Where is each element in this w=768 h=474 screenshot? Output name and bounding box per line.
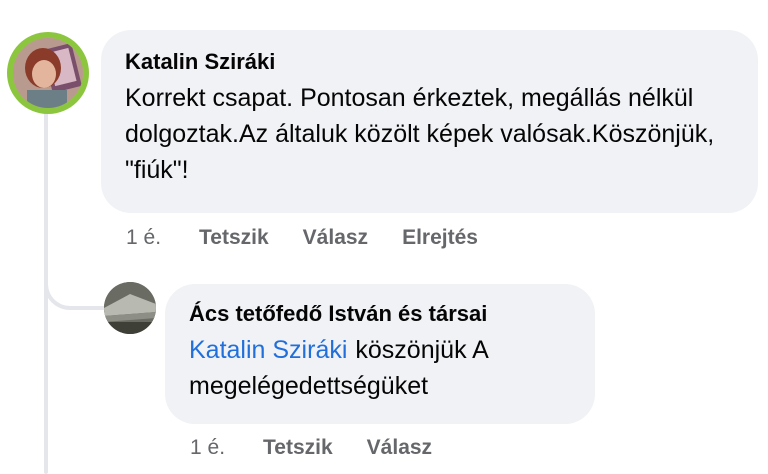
reply-reply-button[interactable]: Válasz [367,436,432,460]
roof-photo-icon [104,282,156,334]
reply-avatar[interactable] [104,282,156,334]
reply-mention[interactable]: Katalin Sziráki [189,336,347,364]
reply-author[interactable]: Ács tetőfedő István és társai [189,300,571,328]
comment-time[interactable]: 1 é. [126,226,161,250]
reply-connector [44,230,106,310]
reply-like-button[interactable]: Tetszik [263,436,333,460]
comment-bubble: Katalin Sziráki Korrekt csapat. Pontosan… [101,30,758,213]
reply-actions: 1 é. Tetszik Válasz [190,436,466,460]
like-button[interactable]: Tetszik [199,226,269,250]
avatar[interactable] [7,32,89,114]
reply-bubble: Ács tetőfedő István és társai Katalin Sz… [165,284,595,424]
hide-button[interactable]: Elrejtés [402,226,478,250]
comment-text: Korrekt csapat. Pontosan érkeztek, megál… [125,84,715,184]
comment-actions: 1 é. Tetszik Válasz Elrejtés [126,226,512,250]
reply-button[interactable]: Válasz [303,226,368,250]
avatar-photo [13,38,83,108]
comment-author[interactable]: Katalin Sziráki [125,48,734,76]
reply-time[interactable]: 1 é. [190,436,225,460]
reply-text-block: Katalin Sziráki köszönjük A megelégedetts… [189,332,571,404]
